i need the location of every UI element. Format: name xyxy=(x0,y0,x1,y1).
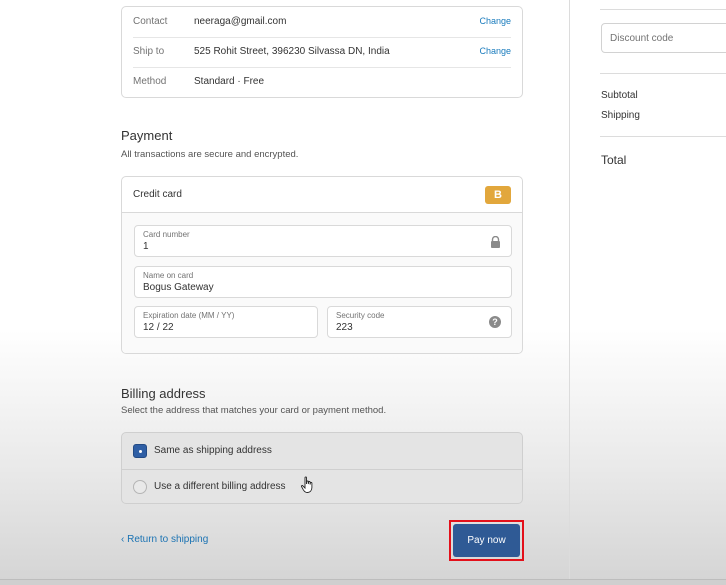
name-on-card-label: Name on card xyxy=(143,271,194,280)
window-bottom-edge xyxy=(0,579,726,585)
radio-unselected-icon[interactable] xyxy=(133,480,147,494)
hand-cursor-icon xyxy=(300,476,313,493)
discount-code-input[interactable]: Discount code xyxy=(601,23,726,53)
contact-label: Contact xyxy=(133,16,168,27)
contact-value: neeraga@gmail.com xyxy=(194,16,287,27)
return-to-shipping-link[interactable]: ‹ Return to shipping xyxy=(121,534,208,545)
shipping-label: Shipping xyxy=(601,110,640,121)
shipto-value: 525 Rohit Street, 396230 Silvassa DN, In… xyxy=(194,46,390,57)
shipto-label: Ship to xyxy=(133,46,165,57)
name-on-card-value: Bogus Gateway xyxy=(143,282,214,293)
contact-row: Contact neeraga@gmail.com Change xyxy=(122,7,522,37)
expiry-label: Expiration date (MM / YY) xyxy=(143,311,235,320)
pay-now-button[interactable]: Pay now xyxy=(453,524,520,557)
subtotal-label: Subtotal xyxy=(601,90,638,101)
discount-code-placeholder: Discount code xyxy=(610,33,674,44)
review-block: Contact neeraga@gmail.com Change Ship to… xyxy=(121,6,523,98)
card-number-field[interactable]: Card number 1 xyxy=(134,225,512,257)
bogus-gateway-badge-icon: B xyxy=(485,186,511,204)
card-fields: Card number 1 Name on card Bogus Gateway… xyxy=(122,213,522,353)
radio-selected-icon[interactable] xyxy=(133,444,147,458)
total-label: Total xyxy=(601,153,627,167)
pay-now-highlight: Pay now xyxy=(449,520,524,561)
change-shipto-link[interactable]: Change xyxy=(479,46,511,56)
expiry-value: 12 / 22 xyxy=(143,322,174,333)
payment-subtitle: All transactions are secure and encrypte… xyxy=(121,149,299,160)
security-code-label: Security code xyxy=(336,311,385,320)
billing-option-label: Use a different billing address xyxy=(154,481,286,492)
payment-card-panel: Credit card B Card number 1 Name on card… xyxy=(121,176,523,354)
method-label: Method xyxy=(133,76,167,87)
security-code-field[interactable]: Security code 223 ? xyxy=(327,306,512,338)
method-value: Standard · Free xyxy=(194,76,265,87)
billing-option-label: Same as shipping address xyxy=(154,445,272,456)
sidebar-divider xyxy=(569,0,570,585)
divider xyxy=(600,9,726,10)
billing-subtitle: Select the address that matches your car… xyxy=(121,405,387,416)
card-number-value: 1 xyxy=(143,241,149,252)
billing-title: Billing address xyxy=(121,386,206,401)
lock-icon xyxy=(491,236,500,248)
billing-options: Same as shipping address Use a different… xyxy=(121,432,523,504)
credit-card-label: Credit card xyxy=(133,189,182,200)
divider xyxy=(600,73,726,74)
payment-title: Payment xyxy=(121,128,173,143)
divider xyxy=(600,136,726,137)
shipto-row: Ship to 525 Rohit Street, 396230 Silvass… xyxy=(122,37,522,67)
change-contact-link[interactable]: Change xyxy=(479,16,511,26)
help-icon[interactable]: ? xyxy=(489,316,501,328)
credit-card-header[interactable]: Credit card B xyxy=(122,177,522,213)
expiry-field[interactable]: Expiration date (MM / YY) 12 / 22 xyxy=(134,306,318,338)
security-code-value: 223 xyxy=(336,322,353,333)
name-on-card-field[interactable]: Name on card Bogus Gateway xyxy=(134,266,512,298)
billing-option-same[interactable]: Same as shipping address xyxy=(122,433,522,469)
billing-option-different[interactable]: Use a different billing address xyxy=(122,469,522,505)
method-row: Method Standard · Free xyxy=(122,67,522,97)
card-number-label: Card number xyxy=(143,230,190,239)
